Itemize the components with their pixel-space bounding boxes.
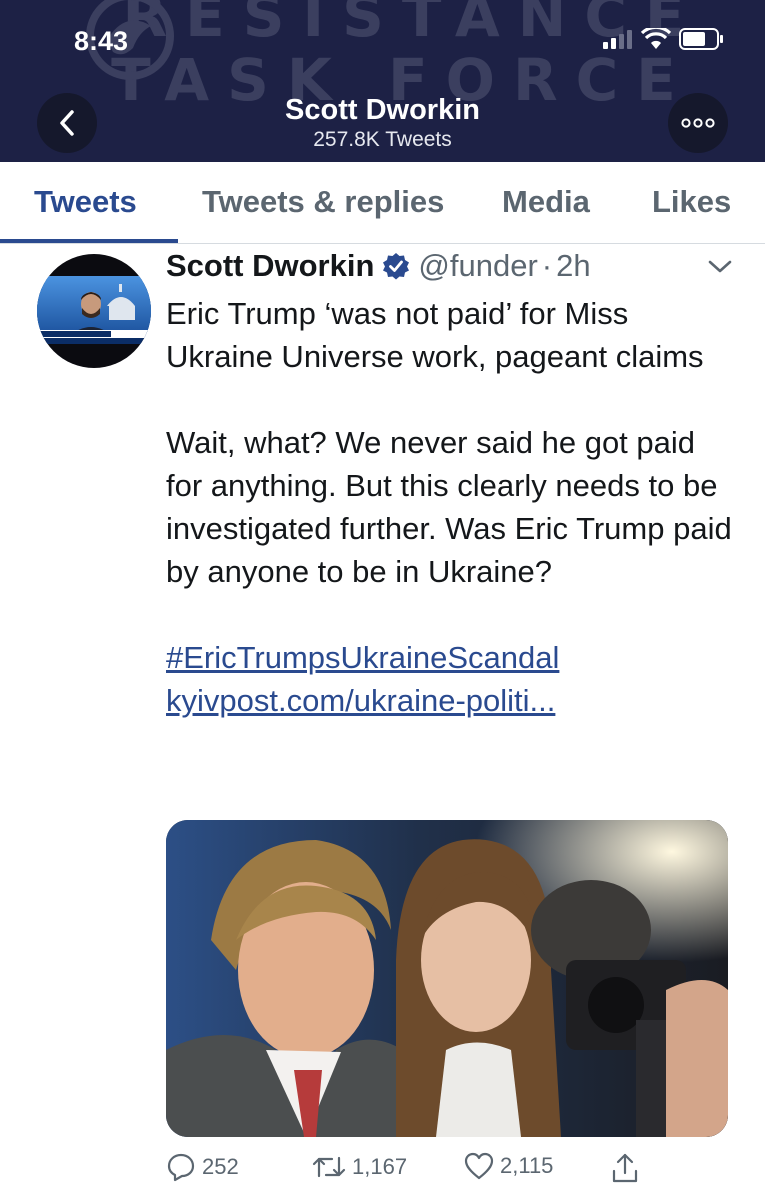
tweet-actions: 252 1,167 2,115 xyxy=(166,1152,666,1188)
heart-icon xyxy=(464,1152,494,1180)
share-action[interactable] xyxy=(610,1152,640,1184)
tweet-photo[interactable] xyxy=(166,820,728,1137)
reply-icon xyxy=(167,1153,195,1182)
profile-tabs: Tweets Tweets & replies Media Likes xyxy=(0,162,765,244)
tab-media[interactable]: Media xyxy=(502,184,590,220)
retweet-icon xyxy=(312,1156,346,1178)
tweet-separator: · xyxy=(541,248,553,283)
tweet-count: 257.8K Tweets xyxy=(313,128,452,151)
battery-icon xyxy=(679,28,723,50)
status-bar-icons xyxy=(603,28,725,50)
status-bar-time: 8:43 xyxy=(74,26,129,56)
verified-badge-icon xyxy=(383,253,410,280)
tweet-author-name[interactable]: Scott Dworkin xyxy=(166,248,374,284)
profile-name-title: Scott Dworkin xyxy=(285,94,480,126)
tab-likes[interactable]: Likes xyxy=(652,184,731,220)
tweet-text-headline: Eric Trump ‘was not paid’ for Miss Ukrai… xyxy=(166,296,704,374)
more-options-button[interactable] xyxy=(668,93,728,153)
reply-action[interactable]: 252 xyxy=(166,1152,239,1182)
retweet-count: 1,167 xyxy=(352,1154,408,1179)
reply-count: 252 xyxy=(202,1154,239,1179)
tweet-timestamp: 2h xyxy=(556,248,591,283)
article-link[interactable]: kyivpost.com/ukraine-politi... xyxy=(166,679,736,722)
tweet-text: Eric Trump ‘was not paid’ for Miss Ukrai… xyxy=(166,292,736,722)
wifi-icon xyxy=(641,28,671,49)
like-count: 2,115 xyxy=(500,1153,554,1178)
cellular-signal-icon xyxy=(603,30,632,49)
hashtag-link[interactable]: #EricTrumpsUkraineScandal xyxy=(166,636,736,679)
share-icon xyxy=(612,1153,638,1183)
tab-tweets-and-replies[interactable]: Tweets & replies xyxy=(202,184,444,220)
retweet-action[interactable]: 1,167 xyxy=(312,1152,407,1182)
tab-tweets[interactable]: Tweets xyxy=(34,184,137,220)
tweet-text-comment: Wait, what? We never said he got paid fo… xyxy=(166,425,732,589)
like-action[interactable]: 2,115 xyxy=(464,1152,553,1180)
tweet-header: Scott Dworkin @funder · 2h xyxy=(166,248,591,284)
more-dots-icon xyxy=(681,118,715,128)
avatar-image xyxy=(37,254,151,368)
tweet-photo-image xyxy=(166,820,728,1137)
active-tab-indicator xyxy=(0,239,178,243)
avatar[interactable] xyxy=(37,254,151,368)
chevron-down-icon[interactable] xyxy=(707,258,733,276)
tweet-author-handle: @funder xyxy=(418,248,538,283)
profile-header: RESISTANCE TASK FORCE 8:43 Scott Dworkin xyxy=(0,0,765,162)
